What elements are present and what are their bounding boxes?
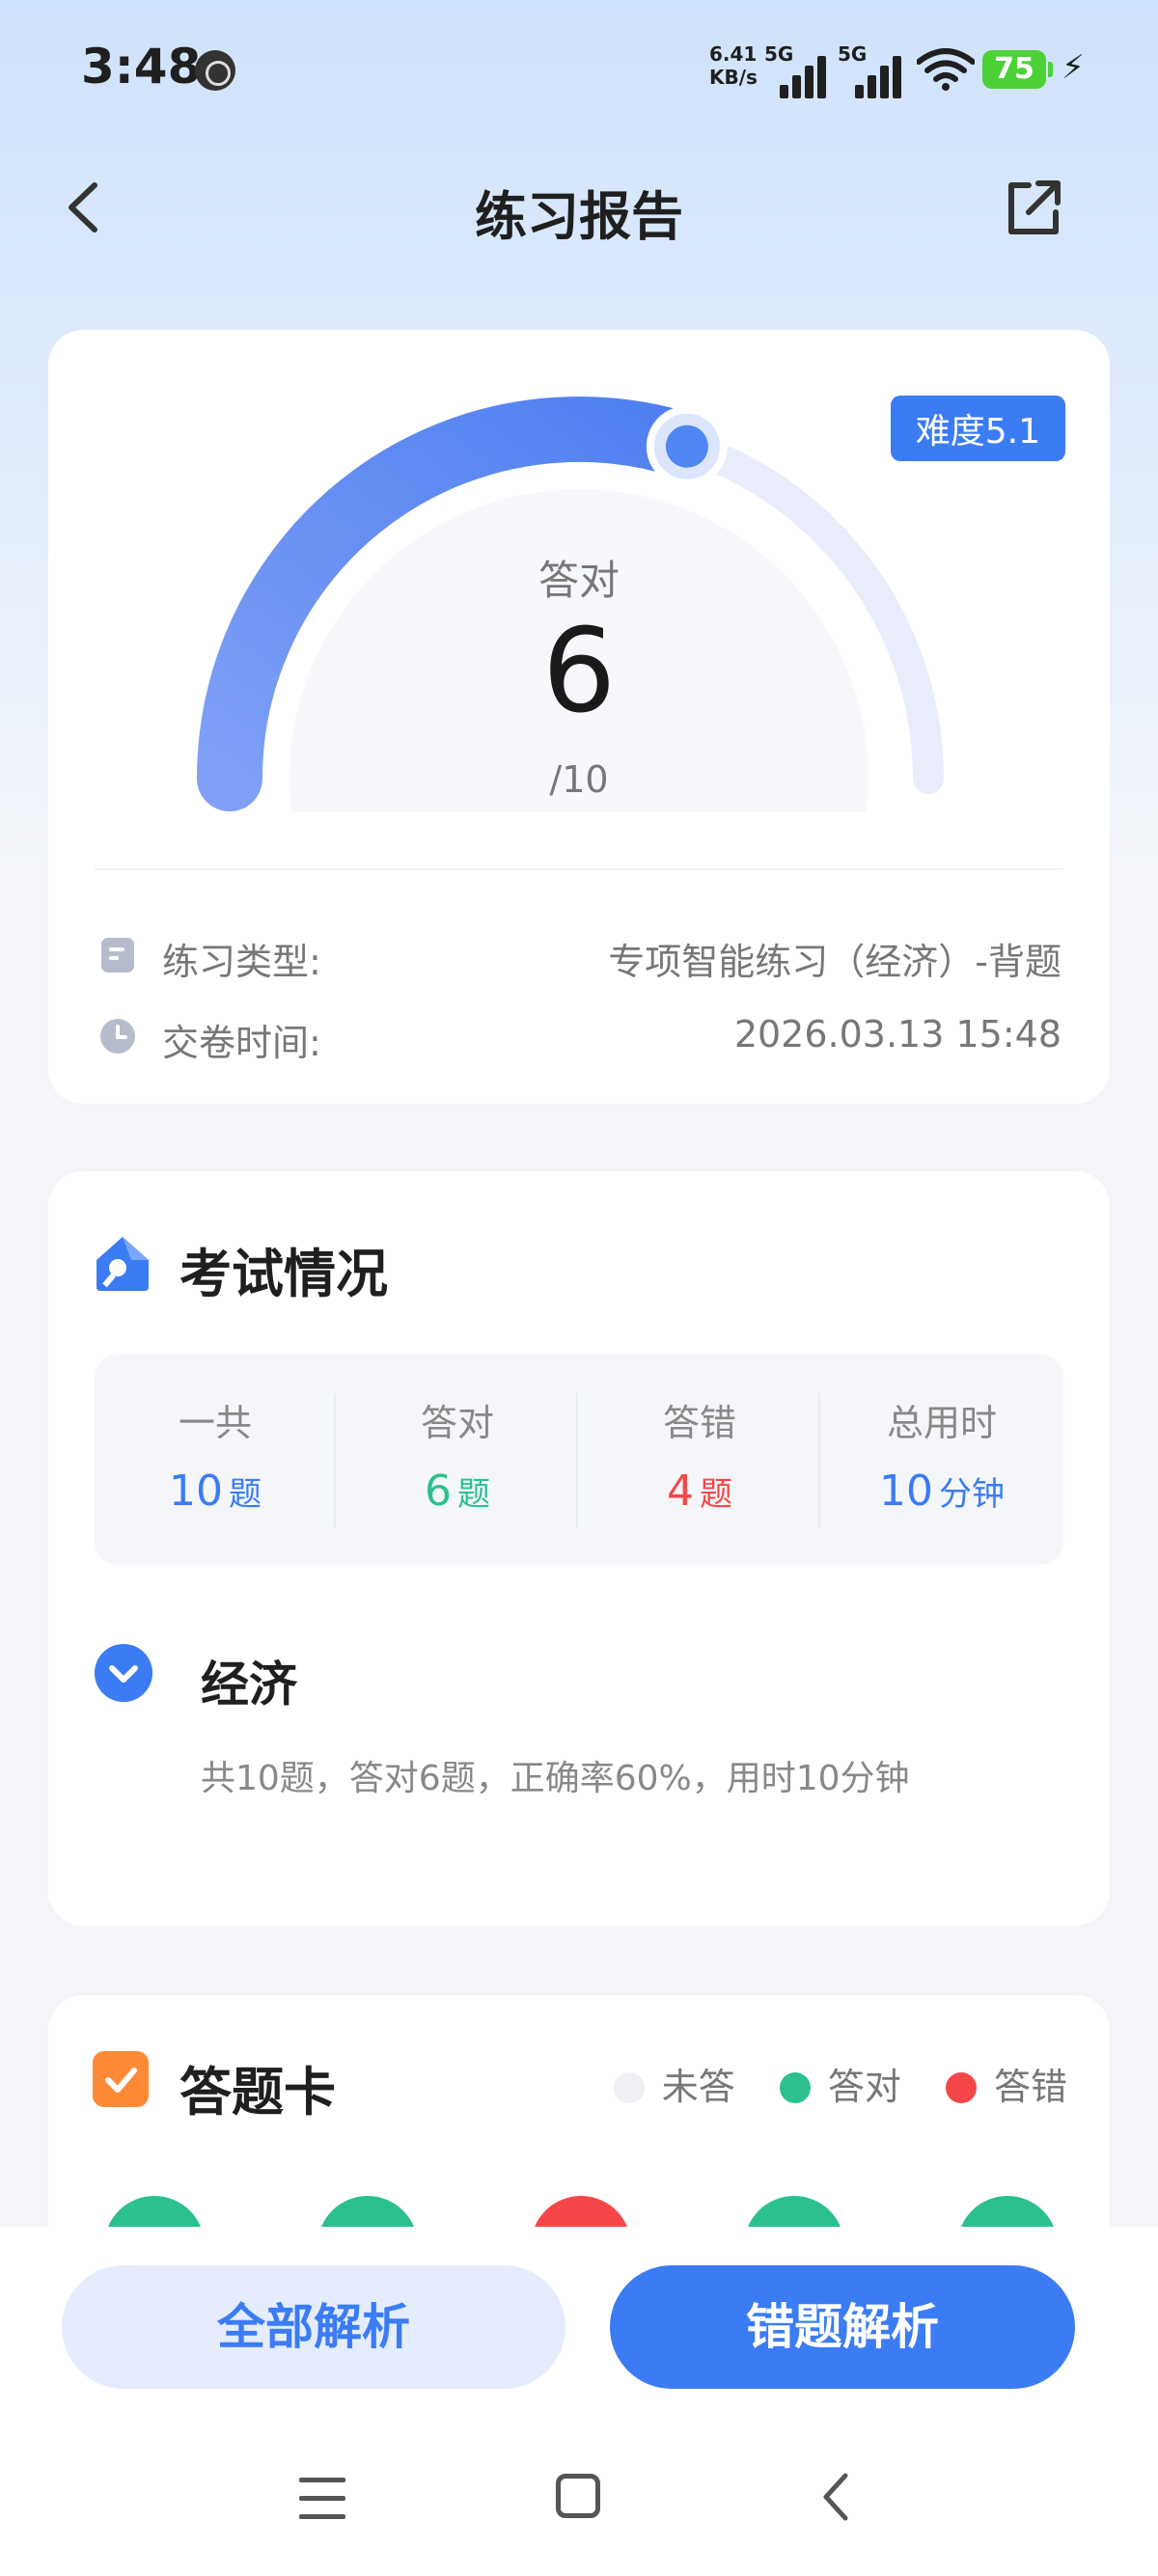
legend-correct: 答对	[779, 2057, 901, 2110]
exam-summary-card: 考试情况 一共 10 题 答对 6题 答错 4题 总用时 10 分钟 经济 共10题…	[48, 1171, 1110, 1926]
legend-wrong-label: 答错	[993, 2066, 1067, 2108]
submit-time-row: 交卷时间: 2026.03.13 15:48	[98, 1009, 1062, 1067]
difficulty-badge: 难度5.1	[890, 396, 1065, 461]
subject-summary: 共10题，答对6题，正确率60%，用时10分钟	[201, 1759, 910, 1798]
answer-legend: 未答 答对 答错	[581, 2057, 1067, 2110]
stat-divider	[334, 1393, 336, 1528]
practice-type-row: 练习类型: 专项智能练习（经济）-背题	[98, 928, 1062, 986]
wrong-analysis-button[interactable]: 错题解析	[610, 2265, 1075, 2389]
score-label: 答对	[538, 557, 620, 604]
status-bar: 3:48 6.41 KB/s 5G 5G 75 ⚡	[0, 0, 1158, 145]
subject-name: 经济	[201, 1657, 297, 1713]
score-total: /10	[549, 758, 609, 801]
signal-bars-icon	[780, 54, 838, 98]
stat-correct-value: 6题	[337, 1466, 578, 1516]
stat-wrong: 答错 4题	[579, 1355, 820, 1565]
recent-apps-icon[interactable]	[299, 2478, 345, 2520]
home-icon[interactable]	[556, 2474, 600, 2518]
stat-wrong-number: 4	[667, 1466, 694, 1516]
stat-divider	[576, 1393, 578, 1528]
exam-stats-panel: 一共 10 题 答对 6题 答错 4题 总用时 10 分钟	[95, 1355, 1063, 1565]
stat-total-number: 10	[169, 1466, 223, 1516]
stat-wrong-label: 答错	[662, 1402, 736, 1444]
legend-correct-label: 答对	[827, 2066, 901, 2108]
stat-total-label: 一共	[178, 1402, 252, 1444]
clock-app-icon	[195, 50, 235, 91]
answer-sheet-title: 答题卡	[179, 2062, 336, 2123]
battery-indicator: 75	[982, 50, 1053, 89]
document-icon	[101, 938, 134, 973]
system-nav-bar	[0, 2439, 1158, 2535]
checkbox-icon	[93, 2051, 149, 2107]
stat-divider	[818, 1393, 820, 1528]
legend-correct-dot	[779, 2072, 811, 2103]
signal-bars-icon	[855, 54, 913, 98]
nav-bar: 练习报告	[0, 145, 1158, 270]
network-speed-unit: KB/s	[709, 66, 758, 89]
system-back-icon[interactable]	[816, 2470, 855, 2524]
legend-wrong-dot	[945, 2072, 977, 2103]
status-time: 3:48	[81, 39, 202, 95]
share-icon[interactable]	[1000, 174, 1067, 241]
stat-correct: 答对 6题	[337, 1355, 578, 1565]
stat-time-number: 10	[879, 1466, 933, 1516]
stat-time: 总用时 10 分钟	[821, 1355, 1062, 1565]
wifi-icon	[917, 48, 975, 91]
all-analysis-button[interactable]: 全部解析	[62, 2265, 565, 2389]
answer-sheet-header: 答题卡 未答 答对 答错	[93, 2049, 1067, 2126]
stat-correct-number: 6	[425, 1466, 452, 1516]
legend-wrong: 答错	[945, 2057, 1067, 2110]
legend-unanswered: 未答	[613, 2057, 735, 2110]
stat-total: 一共 10 题	[95, 1355, 336, 1565]
stat-correct-unit: 题	[457, 1475, 490, 1514]
divider	[95, 868, 1063, 870]
network-speed-value: 6.41	[709, 42, 758, 66]
network-speed: 6.41 KB/s	[709, 42, 758, 89]
stat-time-value: 10 分钟	[821, 1466, 1062, 1516]
practice-type-label: 练习类型:	[162, 941, 321, 983]
house-key-icon	[96, 1237, 149, 1291]
stat-wrong-unit: 题	[700, 1475, 732, 1514]
score-card: 难度5.1 答对 6 /10 练习类型: 专项智能练习（经济）-背题 交卷时间:…	[48, 330, 1110, 1104]
chevron-down-icon[interactable]	[95, 1644, 152, 1702]
stat-time-label: 总用时	[886, 1402, 997, 1444]
stat-total-unit: 题	[229, 1475, 262, 1514]
stat-wrong-value: 4题	[579, 1466, 820, 1516]
submit-time-value: 2026.03.13 15:48	[733, 1013, 1062, 1055]
page-title: 练习报告	[475, 186, 683, 247]
score-correct-count: 6	[541, 605, 617, 739]
stat-correct-label: 答对	[420, 1402, 494, 1444]
legend-unanswered-label: 未答	[661, 2066, 735, 2108]
bottom-action-bar: 全部解析 错题解析	[0, 2227, 1158, 2576]
exam-section-title: 考试情况	[179, 1244, 388, 1304]
stat-total-value: 10 题	[95, 1466, 336, 1516]
practice-type-value: 专项智能练习（经济）-背题	[608, 941, 1062, 983]
submit-time-label: 交卷时间:	[162, 1022, 321, 1064]
stat-time-unit: 分钟	[939, 1475, 1005, 1514]
legend-unanswered-dot	[613, 2072, 645, 2103]
clock-icon	[100, 1019, 135, 1054]
charging-icon: ⚡	[1062, 48, 1085, 87]
